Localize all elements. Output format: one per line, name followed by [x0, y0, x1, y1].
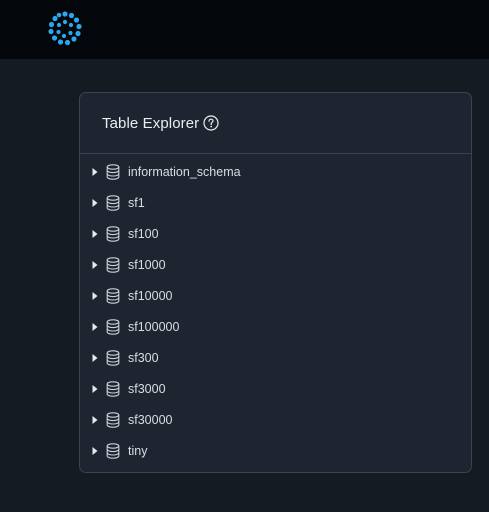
tree-item-label: sf300: [128, 350, 159, 365]
caret-right-icon[interactable]: [91, 446, 99, 456]
tree-item-label: information_schema: [128, 164, 241, 179]
database-icon: [106, 349, 120, 366]
tree-item-label: sf100000: [128, 319, 180, 334]
question-circle-icon[interactable]: [203, 115, 219, 131]
database-icon: [106, 411, 120, 428]
panel-header: Table Explorer: [80, 93, 471, 154]
tree-item-sf30000[interactable]: sf30000: [80, 404, 471, 435]
caret-right-icon[interactable]: [91, 384, 99, 394]
tree-item-label: sf100: [128, 226, 159, 241]
database-icon: [106, 194, 120, 211]
database-icon: [106, 380, 120, 397]
caret-right-icon[interactable]: [91, 322, 99, 332]
tree-item-information-schema[interactable]: information_schema: [80, 156, 471, 187]
caret-right-icon[interactable]: [91, 260, 99, 270]
caret-right-icon[interactable]: [91, 229, 99, 239]
caret-right-icon[interactable]: [91, 415, 99, 425]
panel-title: Table Explorer: [102, 114, 200, 132]
database-icon: [106, 256, 120, 273]
tree-item-label: sf3000: [128, 381, 166, 396]
tree-item-sf10000[interactable]: sf10000: [80, 280, 471, 311]
schema-tree: information_schema sf1 sf100 sf1000 sf10…: [80, 154, 471, 466]
logo-icon[interactable]: [45, 9, 85, 49]
tree-item-label: sf30000: [128, 412, 173, 427]
caret-right-icon[interactable]: [91, 167, 99, 177]
database-icon: [106, 442, 120, 459]
tree-item-sf3000[interactable]: sf3000: [80, 373, 471, 404]
caret-right-icon[interactable]: [91, 198, 99, 208]
database-icon: [106, 163, 120, 180]
tree-item-label: sf1: [128, 195, 145, 210]
database-icon: [106, 225, 120, 242]
tree-item-sf100000[interactable]: sf100000: [80, 311, 471, 342]
database-icon: [106, 287, 120, 304]
tree-item-tiny[interactable]: tiny: [80, 435, 471, 466]
tree-item-sf300[interactable]: sf300: [80, 342, 471, 373]
tree-item-label: sf1000: [128, 257, 166, 272]
tree-item-label: sf10000: [128, 288, 173, 303]
top-bar: [0, 0, 489, 59]
caret-right-icon[interactable]: [91, 353, 99, 363]
tree-item-sf1[interactable]: sf1: [80, 187, 471, 218]
caret-right-icon[interactable]: [91, 291, 99, 301]
database-icon: [106, 318, 120, 335]
tree-item-sf1000[interactable]: sf1000: [80, 249, 471, 280]
tree-item-sf100[interactable]: sf100: [80, 218, 471, 249]
tree-item-label: tiny: [128, 443, 148, 458]
table-explorer-panel: Table Explorer information_schema sf1 sf…: [79, 92, 472, 473]
